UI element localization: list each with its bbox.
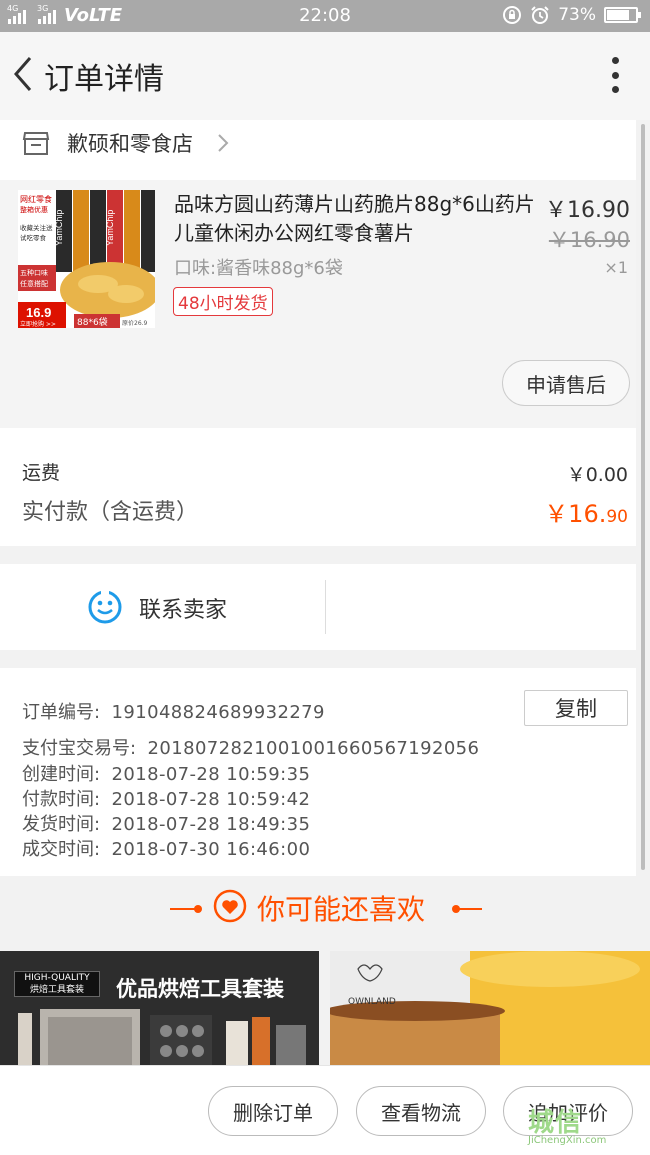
product-quantity: ×1: [604, 258, 628, 277]
after-sale-button[interactable]: 申请售后: [502, 360, 630, 406]
shop-row[interactable]: 歉硕和零食店: [0, 120, 636, 180]
product-thumbnail[interactable]: YamChip YamChip 网红零食 整箱优惠 收藏关注送 试吃零食 五种口…: [18, 190, 155, 328]
recommend-header: 你可能还喜欢: [0, 876, 650, 942]
completed-time-row: 成交时间: 2018-07-30 16:46:00: [22, 835, 310, 861]
shipping-fee-value: ￥0.00: [566, 464, 628, 486]
thumb-text-3: 收藏关注送: [20, 223, 53, 232]
delete-order-button[interactable]: 删除订单: [208, 1086, 338, 1136]
battery-icon: [604, 7, 641, 23]
paid-amount-cents: 90: [606, 507, 628, 527]
back-arrow-icon[interactable]: [10, 54, 34, 94]
thumb-orig: 原价26.9: [122, 320, 148, 327]
thumb-text-5: 五种口味: [20, 268, 48, 277]
thumb-text-4: 试吃零食: [20, 233, 47, 242]
shipped-time-value: 2018-07-28 18:49:35: [111, 814, 311, 835]
rotation-lock-icon: [503, 6, 522, 24]
recommend-image-2: [330, 951, 650, 1065]
recommend-item-1-title: 优品烘焙工具套装: [116, 977, 284, 1001]
alarm-icon: [531, 6, 549, 24]
alipay-trade-value: 2018072821001001660567192056: [147, 738, 480, 759]
shop-name: 歉硕和零食店: [67, 132, 193, 156]
order-number-value: 191048824689932279: [111, 702, 325, 723]
paid-amount-label: 实付款（含运费）: [22, 500, 199, 525]
recommend-item-2[interactable]: OWNLAND: [330, 951, 650, 1065]
site-watermark: 城信 JiChengXin.com: [528, 1102, 646, 1152]
shipped-time-row: 发货时间: 2018-07-28 18:49:35: [22, 810, 310, 836]
created-time-row: 创建时间: 2018-07-28 10:59:35: [22, 760, 310, 786]
thumb-text-2: 整箱优惠: [20, 205, 48, 214]
thumb-price: 16.9: [26, 305, 51, 320]
more-menu-icon[interactable]: [610, 57, 620, 93]
shipped-time-label: 发货时间:: [22, 814, 101, 835]
recommend-item-1[interactable]: HIGH-QUALITY 烘焙工具套装 优品烘焙工具套装: [0, 951, 319, 1065]
alipay-trade-label: 支付宝交易号:: [22, 738, 137, 759]
chat-face-icon[interactable]: [87, 588, 123, 624]
recommend-title: 你可能还喜欢: [257, 893, 426, 926]
paid-amount-value: ￥16.90: [544, 494, 628, 529]
product-sku: 口味:酱香味88g*6袋: [174, 258, 343, 279]
store-icon: [22, 132, 50, 155]
product-price: ￥16.90: [545, 198, 630, 223]
decor-dot-left: [194, 905, 202, 913]
paid-amount-main: ￥16.: [544, 500, 607, 528]
paid-time-row: 付款时间: 2018-07-28 10:59:42: [22, 785, 310, 811]
paid-time-value: 2018-07-28 10:59:42: [111, 789, 311, 810]
created-time-label: 创建时间:: [22, 764, 101, 785]
decor-line-right: [456, 908, 482, 910]
contact-seller-button[interactable]: 联系卖家: [139, 592, 227, 624]
quality-badge-line-2: 烘焙工具套装: [29, 985, 84, 995]
watermark-url: JiChengXin.com: [528, 1135, 607, 1146]
view-logistics-button[interactable]: 查看物流: [356, 1086, 486, 1136]
completed-time-value: 2018-07-30 16:46:00: [111, 839, 311, 860]
status-bar: 4G 3G VoLTE 22:08 73%: [0, 0, 650, 32]
alipay-trade-row: 支付宝交易号: 2018072821001001660567192056: [22, 734, 479, 760]
watermark-text: 城信: [528, 1108, 583, 1138]
product-original-price: ￥16.90: [548, 228, 630, 252]
fee-summary: 运费 ￥0.00 实付款（含运费） ￥16.90: [0, 428, 636, 546]
thumb-text-1: 网红零食: [20, 194, 52, 204]
recommend-image-1: [0, 951, 319, 1065]
thumb-pack: 88*6袋: [77, 316, 108, 328]
created-time-value: 2018-07-28 10:59:35: [111, 764, 311, 785]
quality-badge: HIGH-QUALITY 烘焙工具套装: [14, 971, 100, 997]
contact-section: 联系卖家: [0, 564, 636, 650]
page-header: 订单详情: [0, 32, 650, 120]
quality-badge-line-1: HIGH-QUALITY: [24, 973, 90, 983]
paid-time-label: 付款时间:: [22, 789, 101, 810]
recommend-item-2-brand: OWNLAND: [348, 997, 396, 1007]
brand-text-2: YamChip: [105, 210, 115, 246]
heart-icon: [213, 889, 247, 923]
product-name[interactable]: 品味方圆山药薄片山药脆片88g*6山药片儿童休闲办公网红零食薯片: [174, 190, 536, 248]
brand-text: YamChip: [54, 210, 64, 246]
battery-percent: 73%: [558, 5, 596, 25]
scrollbar[interactable]: [641, 124, 645, 870]
order-number-label: 订单编号:: [22, 702, 101, 723]
product-image: YamChip YamChip 网红零食 整箱优惠 收藏关注送 试吃零食 五种口…: [18, 190, 155, 328]
decor-line-left: [170, 908, 196, 910]
shipping-fee-label: 运费: [22, 462, 61, 484]
page-title: 订单详情: [44, 62, 164, 97]
shipping-promise-badge: 48小时发货: [173, 287, 273, 316]
chevron-right-icon: [218, 134, 229, 152]
thumb-buy: 立即抢购 >>: [20, 320, 56, 328]
order-info: 订单编号: 191048824689932279 复制 支付宝交易号: 2018…: [0, 668, 636, 876]
divider: [325, 580, 326, 634]
product-item[interactable]: YamChip YamChip 网红零食 整箱优惠 收藏关注送 试吃零食 五种口…: [0, 180, 636, 428]
completed-time-label: 成交时间:: [22, 839, 101, 860]
copy-button[interactable]: 复制: [524, 690, 628, 726]
thumb-text-6: 任意搭配: [20, 279, 48, 288]
order-number-row: 订单编号: 191048824689932279: [22, 698, 325, 724]
